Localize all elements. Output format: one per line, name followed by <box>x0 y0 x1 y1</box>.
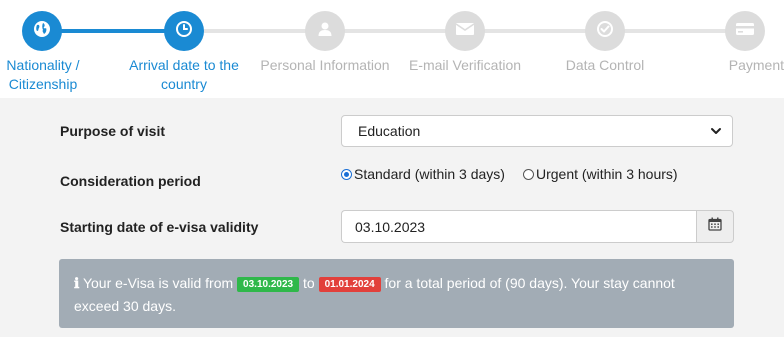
step-data-control[interactable] <box>585 11 625 51</box>
step-label-email-verification: E-mail Verification <box>408 57 522 73</box>
radio-option-standard[interactable]: Standard (within 3 days) <box>341 166 505 182</box>
step-label-arrival-date: Arrival date to the country <box>129 57 239 92</box>
purpose-of-visit-value: Education <box>358 123 421 139</box>
consideration-period-options: Standard (within 3 days) Urgent (within … <box>341 166 696 182</box>
step-label-data-control: Data Control <box>565 57 645 73</box>
globe-icon <box>33 20 51 43</box>
radio-option-urgent[interactable]: Urgent (within 3 hours) <box>522 166 678 182</box>
calendar-icon <box>708 217 722 236</box>
valid-from-badge: 03.10.2023 <box>237 277 300 292</box>
step-personal-information[interactable] <box>305 11 345 51</box>
clock-icon <box>175 20 193 43</box>
envelope-icon <box>455 21 475 42</box>
start-date-value: 03.10.2023 <box>355 218 426 235</box>
step-label-personal-information: Personal Information <box>260 57 390 73</box>
radio-urgent-label: Urgent (within 3 hours) <box>535 166 678 182</box>
valid-to-badge: 01.01.2024 <box>318 277 381 292</box>
step-email-verification[interactable] <box>445 11 485 51</box>
validity-to-word: to <box>303 275 315 291</box>
step-nationality[interactable] <box>22 11 62 51</box>
radio-standard-label: Standard (within 3 days) <box>354 166 505 182</box>
purpose-of-visit-select[interactable]: Education <box>341 115 733 147</box>
progress-stepper: Nationality / Citizenship Arrival date t… <box>0 0 784 98</box>
step-arrival-date[interactable] <box>164 11 204 51</box>
check-circle-icon <box>596 20 614 43</box>
purpose-of-visit-label: Purpose of visit <box>60 123 166 139</box>
validity-info-box: ℹ Your e-Visa is valid from 03.10.2023 t… <box>59 259 734 328</box>
step-label-nationality: Nationality / Citizenship <box>6 57 80 92</box>
radio-urgent[interactable] <box>522 168 534 180</box>
start-date-label: Starting date of e-visa validity <box>60 219 259 235</box>
validity-prefix: Your e-Visa is valid from <box>82 275 234 291</box>
calendar-button[interactable] <box>696 210 734 243</box>
consideration-period-label: Consideration period <box>60 173 201 189</box>
info-icon: ℹ <box>74 276 80 292</box>
start-date-input[interactable]: 03.10.2023 <box>341 210 696 243</box>
radio-standard[interactable] <box>341 168 352 180</box>
credit-card-icon <box>735 21 755 42</box>
chevron-down-icon <box>710 124 722 141</box>
user-icon <box>317 21 333 42</box>
step-label-payment: Payment <box>728 57 784 73</box>
progress-line-completed <box>42 29 184 33</box>
step-payment[interactable] <box>725 11 765 51</box>
